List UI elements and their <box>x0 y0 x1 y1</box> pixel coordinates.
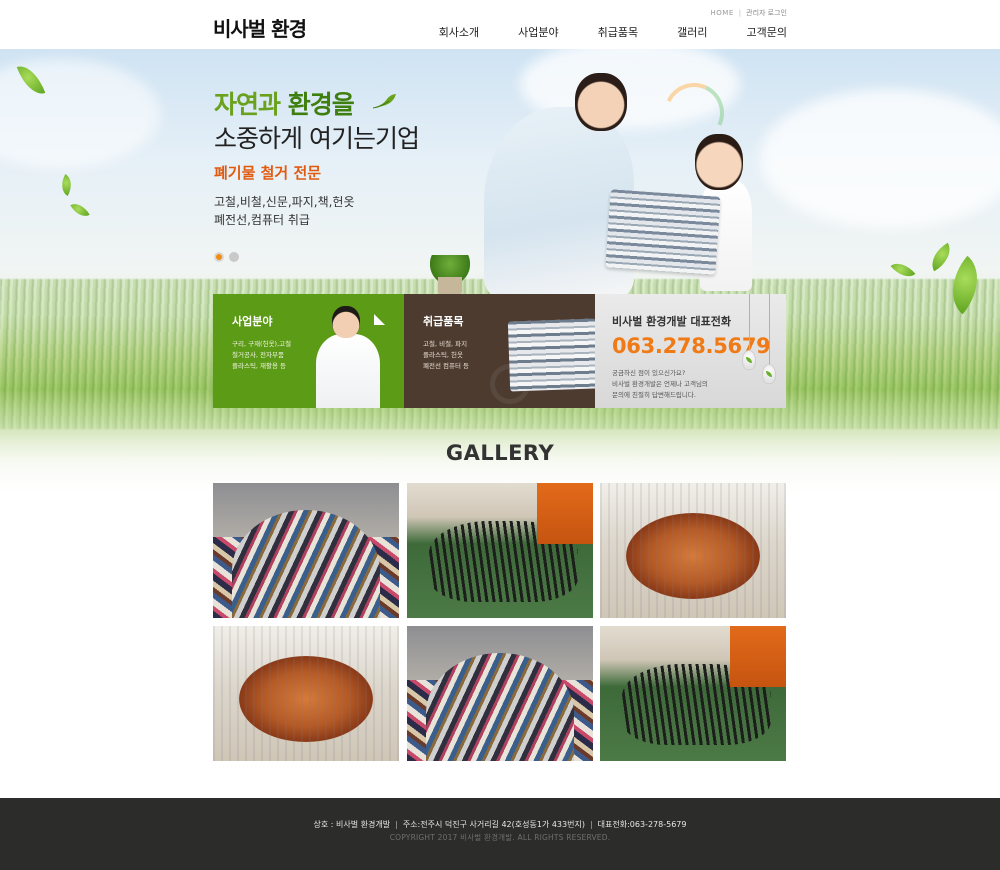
slider-pagination <box>214 252 244 262</box>
main-nav: 회사소개 사업분야 취급품목 갤러리 고객문의 <box>400 24 787 40</box>
footer-copyright: COPYRIGHT 2017 비사벌 환경개발. ALL RIGHTS RESE… <box>389 833 611 842</box>
site-footer: 상호 : 비사벌 환경개발 | 주소:전주시 덕진구 사거리길 42(호성동1가 4… <box>0 798 1000 870</box>
hero-banner: 자연과 환경을 소중하게 여기는기업 폐기물 철거 전문 고철,비철,신문,파지… <box>0 49 1000 509</box>
newspaper-stack-image <box>507 318 595 392</box>
newspaper-bundle-image <box>605 189 721 275</box>
hero-tagline: 폐기물 철거 전문 <box>214 164 322 182</box>
gallery-photo-clothes[interactable] <box>213 483 399 618</box>
feature-box-title: 사업분야 <box>232 315 273 328</box>
feature-desc-line: 플라스틱, 헌옷 <box>423 351 464 359</box>
gallery-photo-cables[interactable] <box>407 483 593 618</box>
pinwheel-icon <box>363 314 385 336</box>
footer-company: 상호 : 비사벌 환경개발 <box>313 820 391 829</box>
slogan-word-environment: 환경을 <box>287 90 355 119</box>
feature-desc-line: 비사벌 환경개발은 언제나 고객님의 <box>612 380 708 388</box>
gallery-photo-cables[interactable] <box>600 626 786 761</box>
nav-item-contact[interactable]: 고객문의 <box>747 24 787 40</box>
feature-desc-line: 궁금하신 점이 있으신가요? <box>612 369 686 377</box>
gallery-photo-copper[interactable] <box>600 483 786 618</box>
site-logo[interactable]: 비사벌 환경 <box>213 13 307 42</box>
gallery-heading: GALLERY <box>445 441 555 465</box>
hero-slogan-line1: 자연과 환경을 <box>214 89 355 121</box>
cloud-shape <box>760 89 1000 229</box>
man-figure <box>316 334 380 408</box>
hero-items-line1: 고철,비철,신문,파지,책,헌옷 <box>214 195 355 209</box>
feature-desc-line: 플라스틱, 재활용 등 <box>232 362 287 370</box>
feature-desc-line: 구리, 구재(헌옷),고철 <box>232 340 292 348</box>
footer-phone: 대표전화:063-278-5679 <box>597 820 687 829</box>
feature-box-title: 비사벌 환경개발 대표전화 <box>612 315 731 328</box>
nav-item-products[interactable]: 취급품목 <box>598 24 638 40</box>
gallery-photo-clothes[interactable] <box>407 626 593 761</box>
bulb-cord <box>769 294 770 364</box>
site-header: 비사벌 환경 HOME | 관리자 로그인 회사소개 사업분야 취급품목 갤러리 고… <box>0 0 1000 49</box>
slider-dot-active[interactable] <box>214 252 224 262</box>
feature-boxes: 사업분야 구리, 구재(헌옷),고철 철거공사, 전자부품 플라스틱, 재활용 … <box>213 294 786 408</box>
feature-desc-line: 폐전선 컴퓨터 등 <box>423 362 469 370</box>
footer-info: 상호 : 비사벌 환경개발 | 주소:전주시 덕진구 사거리길 42(호성동1가 4… <box>0 819 1000 830</box>
home-link[interactable]: HOME <box>711 9 734 17</box>
hero-slogan-line2: 소중하게 여기는기업 <box>214 124 420 153</box>
hero-items-line2: 폐전선,컴퓨터 취급 <box>214 213 310 227</box>
footer-separator: | <box>395 820 398 829</box>
footer-separator: | <box>589 820 593 829</box>
slider-dot[interactable] <box>229 252 239 262</box>
feature-desc-line: 고철, 비철, 파지 <box>423 340 468 348</box>
leaf-icon <box>70 199 90 221</box>
nav-item-gallery[interactable]: 갤러리 <box>677 24 707 40</box>
lightbulb-sprout-icon <box>762 364 776 384</box>
plant-pot <box>438 277 462 295</box>
feature-box-desc: 궁금하신 점이 있으신가요? 비사벌 환경개발은 언제나 고객님의 문의에 친절… <box>612 368 708 401</box>
utility-links: HOME | 관리자 로그인 <box>711 8 787 18</box>
girl-head <box>695 134 743 190</box>
feature-box-desc: 구리, 구재(헌옷),고철 철거공사, 전자부품 플라스틱, 재활용 등 <box>232 339 291 372</box>
gallery-grid <box>213 483 786 761</box>
gallery-photo-copper[interactable] <box>213 626 399 761</box>
footer-address: 주소:전주시 덕진구 사거리길 42(호성동1가 433번지) <box>402 820 585 829</box>
slogan-word-nature: 자연과 <box>214 90 288 119</box>
utility-separator: | <box>738 9 742 17</box>
feature-box-products[interactable]: 취급품목 고철, 비철, 파지 플라스틱, 헌옷 폐전선 컴퓨터 등 <box>404 294 595 408</box>
nav-item-about[interactable]: 회사소개 <box>439 24 479 40</box>
feature-box-desc: 고철, 비철, 파지 플라스틱, 헌옷 폐전선 컴퓨터 등 <box>423 339 469 372</box>
nav-item-business[interactable]: 사업분야 <box>518 24 558 40</box>
lightbulb-sprout-icon <box>742 350 756 370</box>
leaf-icon <box>56 173 77 197</box>
feature-box-phone[interactable]: 비사벌 환경개발 대표전화 063.278.5679 궁금하신 점이 있으신가요… <box>595 294 786 408</box>
slogan-leaf-icon <box>373 94 396 109</box>
feature-desc-line: 문의에 친절히 답변해드립니다. <box>612 391 696 399</box>
bulb-cord <box>749 294 750 350</box>
feature-desc-line: 철거공사, 전자부품 <box>232 351 284 359</box>
feature-box-title: 취급품목 <box>423 315 464 328</box>
leaf-icon <box>925 242 957 272</box>
admin-login-link[interactable]: 관리자 로그인 <box>746 9 787 17</box>
woman-head <box>575 73 627 131</box>
man-head <box>332 306 360 338</box>
feature-box-business[interactable]: 사업분야 구리, 구재(헌옷),고철 철거공사, 전자부품 플라스틱, 재활용 … <box>213 294 404 408</box>
